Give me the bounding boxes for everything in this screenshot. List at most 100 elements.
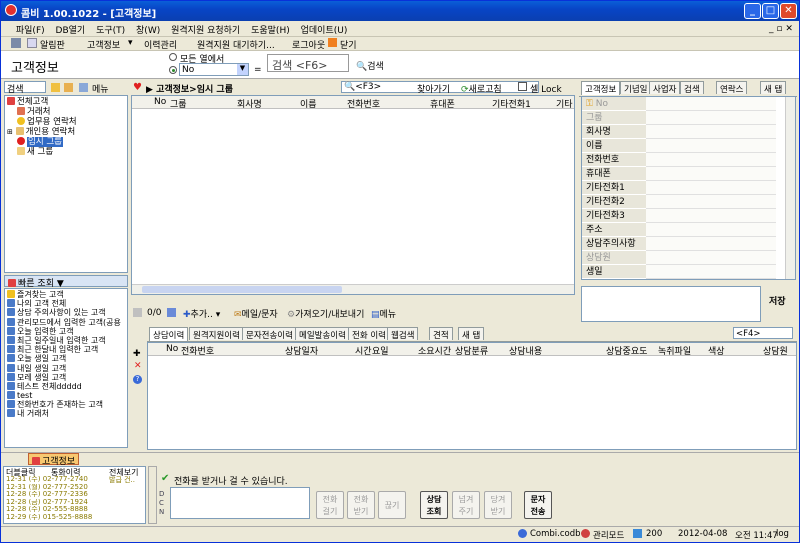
left-menu-button[interactable]: 메뉴 [92, 82, 109, 95]
col-importance[interactable]: 상담중요도 [606, 344, 647, 357]
minimize-button[interactable]: _ [744, 3, 761, 19]
history-grid[interactable]: No 전화번호 상담일자 시간 요일 소요시간 상담분류 상담내용 상담중요도 … [147, 342, 797, 450]
folder-add-icon[interactable] [51, 83, 60, 92]
quick-search-header[interactable]: 빠른 조회 ▼ [4, 275, 128, 289]
field-no[interactable] [646, 97, 776, 111]
close-doc-button[interactable]: 닫기 [340, 38, 357, 51]
field-etc1[interactable] [646, 181, 776, 195]
pickup-button[interactable]: 당겨 받기 [484, 491, 512, 519]
field-birthday[interactable] [646, 265, 776, 279]
field-etc2[interactable] [646, 195, 776, 209]
menu-help[interactable]: 도움말(H) [247, 21, 294, 36]
col-group[interactable]: 그룹 [170, 97, 187, 110]
field-etc3[interactable] [646, 209, 776, 223]
delete-icon[interactable]: ✕ [134, 361, 142, 371]
printer-icon[interactable] [11, 38, 21, 48]
tab-web-search[interactable]: 웹검색 [387, 327, 419, 341]
field-group[interactable] [646, 111, 776, 125]
quick-item[interactable]: 오늘 입력한 고객 [7, 326, 125, 336]
menu-window[interactable]: 창(W) [132, 21, 164, 36]
col-phone[interactable]: 전화번호 [181, 344, 214, 357]
quick-item[interactable]: 즐겨찾는 고객 [7, 290, 125, 299]
field-address[interactable] [646, 223, 776, 237]
quick-item[interactable]: 관리모드에서 입력한 고객(공용 [7, 317, 125, 327]
quick-item[interactable]: 내 거래처 [7, 409, 125, 418]
tree-item-personal[interactable]: ⊞ 개인용 연락처 [7, 127, 125, 137]
tab-history-new[interactable]: 새 탭 [458, 327, 485, 341]
menu-db-open[interactable]: DB열기 [52, 21, 90, 36]
menu-file[interactable]: 파일(F) [12, 21, 49, 36]
customer-grid[interactable]: No 그룹 회사명 이름 전화번호 휴대폰 기타전화1 기타 [131, 95, 575, 295]
status-log[interactable]: log [776, 529, 789, 539]
customer-info-button[interactable]: 고객정보 [87, 38, 120, 51]
field-caution[interactable] [646, 237, 776, 251]
quick-item[interactable]: 최근 한달내 입력한 고객 [7, 345, 125, 354]
quick-item[interactable]: 상담 주의사항이 있는 고객 [7, 308, 125, 317]
col-phone[interactable]: 전화번호 [347, 97, 380, 110]
refresh-button[interactable]: ⟳새로고침 [461, 82, 502, 95]
import-export-button[interactable]: ⚙가져오기/내보내기 [287, 307, 364, 320]
quick-item[interactable]: 내일 생일 고객 [7, 363, 125, 373]
call-row[interactable]: 12-31 (월) 02-777-2520 [6, 484, 106, 492]
add-icon[interactable]: ✚ [133, 349, 141, 359]
history-filter-input[interactable]: <F4> [733, 327, 793, 339]
column-select[interactable]: No ▼ [179, 63, 249, 76]
menu-update[interactable]: 업데이트(U) [297, 21, 352, 36]
col-no[interactable]: No [154, 97, 166, 107]
col-content[interactable]: 상담내용 [509, 344, 542, 357]
tab-index[interactable]: 연락스 [716, 81, 748, 95]
col-category[interactable]: 상담분류 [455, 344, 488, 357]
tab-consult-history[interactable]: 상담이력 [149, 327, 189, 341]
answer-button[interactable]: 전화 받기 [347, 491, 375, 519]
left-search-input[interactable]: 검색 [4, 81, 46, 95]
save-button[interactable]: 저장 [769, 294, 786, 307]
field-name[interactable] [646, 139, 776, 153]
logout-button[interactable]: 로그아웃 [292, 38, 325, 51]
quick-item[interactable]: 최근 일주일내 입력한 고객 [7, 335, 125, 345]
field-mobile[interactable] [646, 167, 776, 181]
call-row[interactable]: 12-31 (수) 02-777-2740 [6, 476, 106, 484]
quick-item[interactable]: test [7, 391, 125, 400]
quick-item[interactable]: 전화번호가 존재하는 고객 [7, 400, 125, 409]
tab-customer-info[interactable]: 고객정보 [581, 81, 621, 95]
col-color[interactable]: 색상 [708, 344, 725, 357]
col-etc1[interactable]: 기타전화1 [492, 97, 531, 110]
quick-item[interactable]: 테스트 전체ddddd [7, 381, 125, 391]
tab-business[interactable]: 사업자 [649, 81, 681, 95]
col-day[interactable]: 요일 [372, 344, 389, 357]
send-sms-button[interactable]: 문자 전송 [524, 491, 552, 519]
col-time[interactable]: 시간 [355, 344, 372, 357]
menu-tools[interactable]: 도구(T) [92, 21, 129, 36]
call-row[interactable]: 12-28 (금) 02-777-1924 [6, 499, 106, 507]
col-date[interactable]: 상담일자 [285, 344, 318, 357]
mail-button[interactable]: ✉메일/문자 [234, 307, 278, 320]
call-row[interactable]: 12-28 (수) 02-555-8888 [6, 506, 106, 514]
search-input[interactable]: 검색 <F6> [267, 54, 349, 72]
tab-remote-history[interactable]: 원격지원이력 [189, 327, 244, 341]
dial-button[interactable]: 전화 걸기 [316, 491, 344, 519]
hangup-button[interactable]: 끊기 [378, 491, 406, 519]
tree-item-temp-group[interactable]: 임시 그룹 [7, 137, 125, 147]
folder-icon[interactable] [64, 83, 73, 92]
tree-item-new-group[interactable]: 새 그룹 [7, 147, 125, 157]
cell-lock-checkbox[interactable] [518, 82, 527, 91]
col-company[interactable]: 회사명 [237, 97, 262, 110]
menu-remote-support[interactable]: 원격지원 요청하기 [167, 21, 244, 36]
col-name[interactable]: 이름 [300, 97, 317, 110]
next-page-icon[interactable] [167, 308, 176, 317]
field-phone[interactable] [646, 153, 776, 167]
list-menu-button[interactable]: ▤메뉴 [371, 307, 396, 320]
col-duration[interactable]: 소요시간 [418, 344, 451, 357]
chevron-down-icon[interactable]: ▼ [237, 64, 248, 75]
tab-call-history[interactable]: 전화 이력 [348, 327, 390, 341]
quick-item[interactable]: 오늘 생일 고객 [7, 354, 125, 363]
history-button[interactable]: 이력관리 [144, 38, 177, 51]
quick-item[interactable]: 나의 고객 전체 [7, 299, 125, 308]
col-agent[interactable]: 상담원 [763, 344, 788, 357]
mdi-controls[interactable]: _ ▫ ✕ [765, 22, 799, 34]
call-row[interactable]: 12-29 (수) 015-525-8888 [6, 514, 106, 522]
close-button[interactable]: ✕ [780, 3, 797, 19]
memo-box[interactable] [581, 286, 761, 322]
tab-search[interactable]: 검색 [680, 81, 704, 95]
help-icon[interactable]: ? [133, 375, 142, 384]
